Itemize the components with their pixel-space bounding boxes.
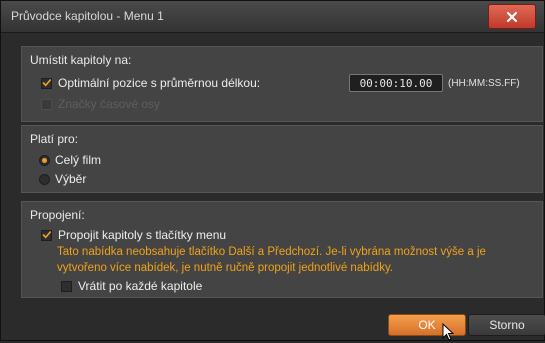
close-icon [506, 11, 518, 22]
mouse-cursor-icon [442, 323, 455, 341]
applies-to-heading: Platí pro: [30, 132, 79, 146]
whole-movie-radio[interactable] [39, 154, 50, 166]
link-chapters-checkbox[interactable] [41, 229, 52, 241]
title-bar[interactable]: Průvodce kapitolou - Menu 1 [1, 1, 544, 33]
time-markers-label: Značky časové osy [58, 97, 161, 111]
optimal-positions-label: Optimální pozice s průměrnou délkou: [58, 76, 261, 90]
return-after-checkbox[interactable] [61, 280, 72, 292]
close-button[interactable] [488, 4, 536, 29]
optimal-positions-checkbox[interactable] [41, 77, 52, 89]
window-title: Průvodce kapitolou - Menu 1 [11, 9, 164, 23]
place-chapters-heading: Umístit kapitoly na: [30, 53, 132, 67]
checkmark-icon [42, 231, 51, 239]
selection-label: Výběr [55, 172, 87, 186]
return-after-option[interactable]: Vrátit po každé kapitole [61, 279, 202, 293]
checkmark-icon [42, 79, 51, 87]
cancel-button[interactable]: Storno [468, 314, 545, 336]
selection-option[interactable]: Výběr [39, 172, 86, 186]
time-markers-option: Značky časové osy [41, 97, 160, 111]
link-chapters-label: Propojit kapitoly s tlačítky menu [58, 228, 227, 242]
optimal-positions-option[interactable]: Optimální pozice s průměrnou délkou: [41, 76, 260, 90]
duration-unit-label: (HH:MM:SS.FF) [448, 78, 520, 89]
whole-movie-label: Celý film [55, 153, 102, 167]
no-nav-buttons-warning: Tato nabídka neobsahuje tlačítko Další a… [57, 246, 486, 274]
whole-movie-option[interactable]: Celý film [39, 153, 101, 167]
selection-radio[interactable] [39, 173, 50, 185]
return-after-label: Vrátit po každé kapitole [78, 279, 203, 293]
chapter-wizard-dialog: Průvodce kapitolou - Menu 1 Umístit kapi… [0, 0, 545, 341]
chapter-duration-input[interactable]: 00:00:10.00 [349, 74, 443, 92]
time-markers-checkbox [41, 98, 52, 110]
linking-heading: Propojení: [30, 208, 85, 222]
link-chapters-option[interactable]: Propojit kapitoly s tlačítky menu [41, 228, 226, 242]
